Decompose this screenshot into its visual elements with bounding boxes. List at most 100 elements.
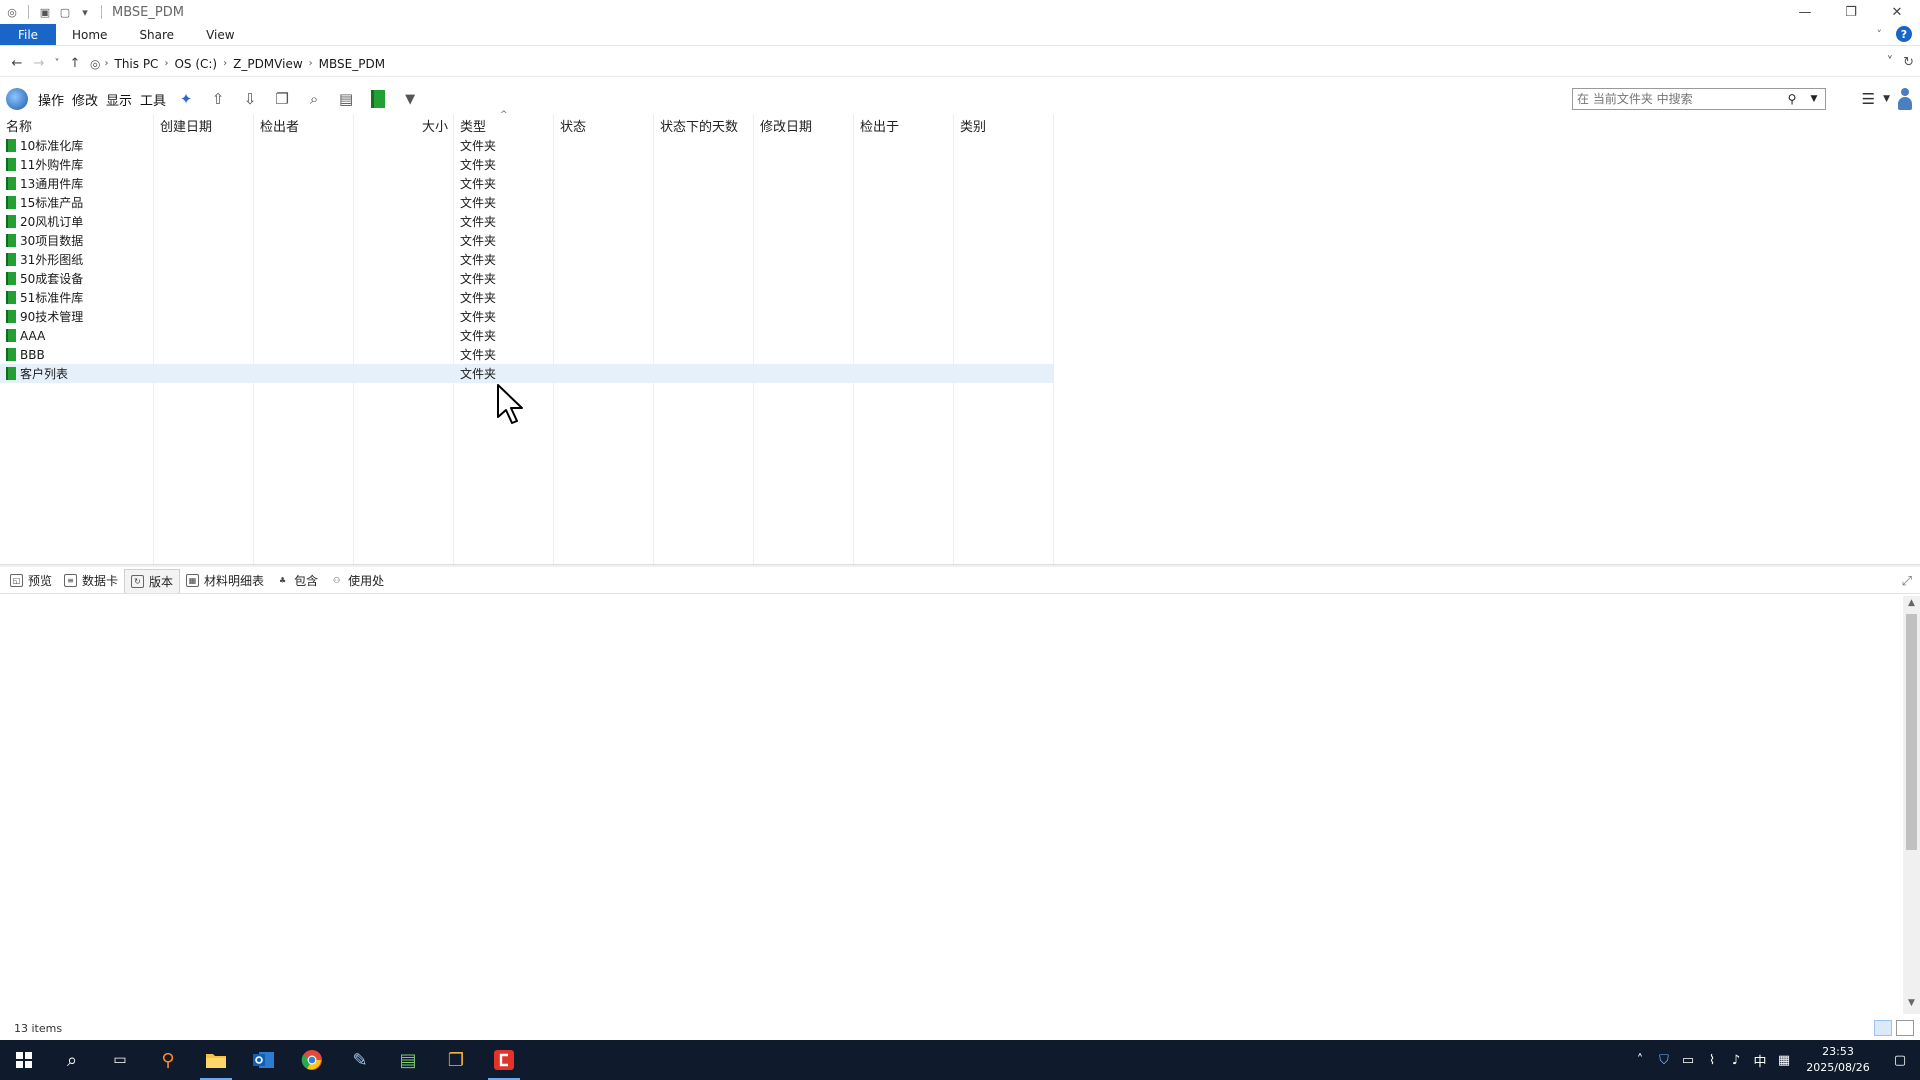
pen-app[interactable]: ✎ xyxy=(336,1040,384,1080)
vault-folder-icon[interactable] xyxy=(367,88,389,110)
scroll-up-icon[interactable]: ▲ xyxy=(1906,598,1917,612)
properties-icon[interactable]: ▣ xyxy=(37,4,53,20)
table-row[interactable]: BBB 文件夹 xyxy=(0,345,1054,364)
notes-app[interactable]: ▤ xyxy=(384,1040,432,1080)
restore-button[interactable]: ❐ xyxy=(1828,0,1874,24)
table-row[interactable]: 13通用件库 文件夹 xyxy=(0,174,1054,193)
address-dropdown-icon[interactable]: ˅ xyxy=(1887,55,1894,70)
preview-scrollbar[interactable]: ▲ ▼ xyxy=(1903,596,1920,1014)
col-category[interactable]: 类别 xyxy=(954,114,1054,136)
expand-ribbon-icon[interactable]: ˅ xyxy=(1877,28,1883,41)
search-dropdown-icon[interactable]: ▼ xyxy=(1803,94,1825,104)
start-button[interactable] xyxy=(0,1040,48,1080)
col-state[interactable]: 状态 xyxy=(554,114,654,136)
table-row[interactable]: 31外形图纸 文件夹 xyxy=(0,250,1054,269)
details-view-icon[interactable] xyxy=(1874,1020,1892,1036)
table-row[interactable]: 90技术管理 文件夹 xyxy=(0,307,1054,326)
maximize-panel-icon[interactable]: ⤢ xyxy=(1902,574,1912,589)
search-input[interactable] xyxy=(1573,89,1781,109)
minimize-button[interactable]: — xyxy=(1782,0,1828,24)
chevron-right-icon[interactable]: › xyxy=(307,58,315,69)
tab-contains[interactable]: ♣ 包含 xyxy=(270,569,324,593)
crumb-this-pc[interactable]: This PC xyxy=(110,57,162,71)
scroll-down-icon[interactable]: ▼ xyxy=(1906,998,1917,1012)
search-tool-dropdown-icon[interactable]: ▼ xyxy=(1883,94,1890,104)
close-button[interactable]: ✕ xyxy=(1874,0,1920,24)
col-checked-out-by[interactable]: 检出者 xyxy=(254,114,354,136)
show-hidden-icons[interactable]: ˄ xyxy=(1628,1053,1652,1068)
tab-view[interactable]: View xyxy=(190,24,250,45)
tab-home[interactable]: Home xyxy=(56,24,123,45)
tab-version[interactable]: ↻ 版本 xyxy=(124,568,181,593)
remote-app[interactable]: ❐ xyxy=(432,1040,480,1080)
chrome-app[interactable] xyxy=(288,1040,336,1080)
clock[interactable]: 23:53 2025/08/26 xyxy=(1796,1044,1880,1076)
network-icon[interactable]: ⌇ xyxy=(1700,1053,1724,1068)
chevron-right-icon[interactable]: › xyxy=(221,58,229,69)
search-tool-icon[interactable]: ☰ xyxy=(1862,90,1875,108)
copy-file-icon[interactable]: ❐ xyxy=(271,88,293,110)
table-row[interactable]: 10标准化库 文件夹 xyxy=(0,136,1054,155)
pin-icon[interactable]: ✦ xyxy=(175,88,197,110)
chevron-right-icon[interactable]: › xyxy=(162,58,170,69)
task-view-button[interactable]: ▭ xyxy=(96,1040,144,1080)
crumb-z-pdmview[interactable]: Z_PDMView xyxy=(229,57,307,71)
check-out-icon[interactable]: ⇩ xyxy=(239,88,261,110)
menu-operations[interactable]: 操作 xyxy=(34,90,68,109)
table-row[interactable]: 30项目数据 文件夹 xyxy=(0,231,1054,250)
col-days-in-state[interactable]: 状态下的天数 xyxy=(654,114,754,136)
outlook-app[interactable] xyxy=(240,1040,288,1080)
crumb-mbse-pdm[interactable]: MBSE_PDM xyxy=(315,57,389,71)
file-search-icon[interactable]: ▤ xyxy=(335,88,357,110)
panel-splitter[interactable] xyxy=(0,564,1920,567)
col-size[interactable]: 大小 xyxy=(354,114,454,136)
col-modified-date[interactable]: 修改日期 xyxy=(754,114,854,136)
everything-search-app[interactable]: ⚲ xyxy=(144,1040,192,1080)
menu-modify[interactable]: 修改 xyxy=(68,90,102,109)
large-icons-view-icon[interactable] xyxy=(1896,1020,1914,1036)
table-row[interactable]: 11外购件库 文件夹 xyxy=(0,155,1054,174)
ime-indicator[interactable]: 中 xyxy=(1748,1051,1772,1070)
tab-bom[interactable]: ▦ 材料明细表 xyxy=(180,569,270,593)
refresh-icon[interactable]: ↻ xyxy=(1903,55,1914,70)
tab-share[interactable]: Share xyxy=(123,24,190,45)
check-in-icon[interactable]: ⇧ xyxy=(207,88,229,110)
customize-qat-icon[interactable]: ▾ xyxy=(77,4,93,20)
up-button[interactable]: ↑ xyxy=(64,53,86,75)
help-icon[interactable]: ? xyxy=(1896,26,1912,42)
table-row[interactable]: AAA 文件夹 xyxy=(0,326,1054,345)
chevron-right-icon[interactable]: › xyxy=(102,58,110,69)
col-created-date[interactable]: 创建日期 xyxy=(154,114,254,136)
defender-icon[interactable]: ⛉ xyxy=(1652,1053,1676,1068)
scroll-thumb[interactable] xyxy=(1906,614,1917,850)
crumb-os-c[interactable]: OS (C:) xyxy=(170,57,221,71)
col-name[interactable]: 名称 xyxy=(0,114,154,136)
battery-icon[interactable]: ▭ xyxy=(1676,1053,1700,1068)
menu-tools[interactable]: 工具 xyxy=(136,90,170,109)
ime-mode-icon[interactable]: ▦ xyxy=(1772,1053,1796,1068)
tab-preview[interactable]: ◱ 预览 xyxy=(4,569,58,593)
search-taskbar-button[interactable]: ⌕ xyxy=(48,1040,96,1080)
recent-locations-button[interactable]: ˅ xyxy=(50,53,64,75)
more-dropdown-icon[interactable]: ▼ xyxy=(399,88,421,110)
table-row[interactable]: 51标准件库 文件夹 xyxy=(0,288,1054,307)
table-row[interactable]: 50成套设备 文件夹 xyxy=(0,269,1054,288)
find-file-icon[interactable]: ⌕ xyxy=(303,88,325,110)
back-button[interactable]: ← xyxy=(6,53,28,75)
search-icon[interactable]: ⚲ xyxy=(1781,92,1803,106)
solidworks-app[interactable] xyxy=(480,1040,528,1080)
table-row[interactable]: 15标准产品 文件夹 xyxy=(0,193,1054,212)
notification-center-icon[interactable]: ▢ xyxy=(1880,1053,1920,1068)
menu-display[interactable]: 显示 xyxy=(102,90,136,109)
col-checked-out-in[interactable]: 检出于 xyxy=(854,114,954,136)
table-row[interactable]: 客户列表 文件夹 xyxy=(0,364,1054,383)
volume-icon[interactable]: ♪ xyxy=(1724,1053,1748,1068)
user-icon[interactable] xyxy=(1898,88,1912,110)
new-folder-icon[interactable]: ▢ xyxy=(57,4,73,20)
forward-button[interactable]: → xyxy=(28,53,50,75)
file-explorer-app[interactable] xyxy=(192,1040,240,1080)
tab-data-card[interactable]: ≡ 数据卡 xyxy=(58,569,124,593)
tab-where-used[interactable]: ⚇ 使用处 xyxy=(324,569,390,593)
pdm-logo-icon[interactable] xyxy=(6,88,28,110)
tab-file[interactable]: File xyxy=(0,24,56,45)
